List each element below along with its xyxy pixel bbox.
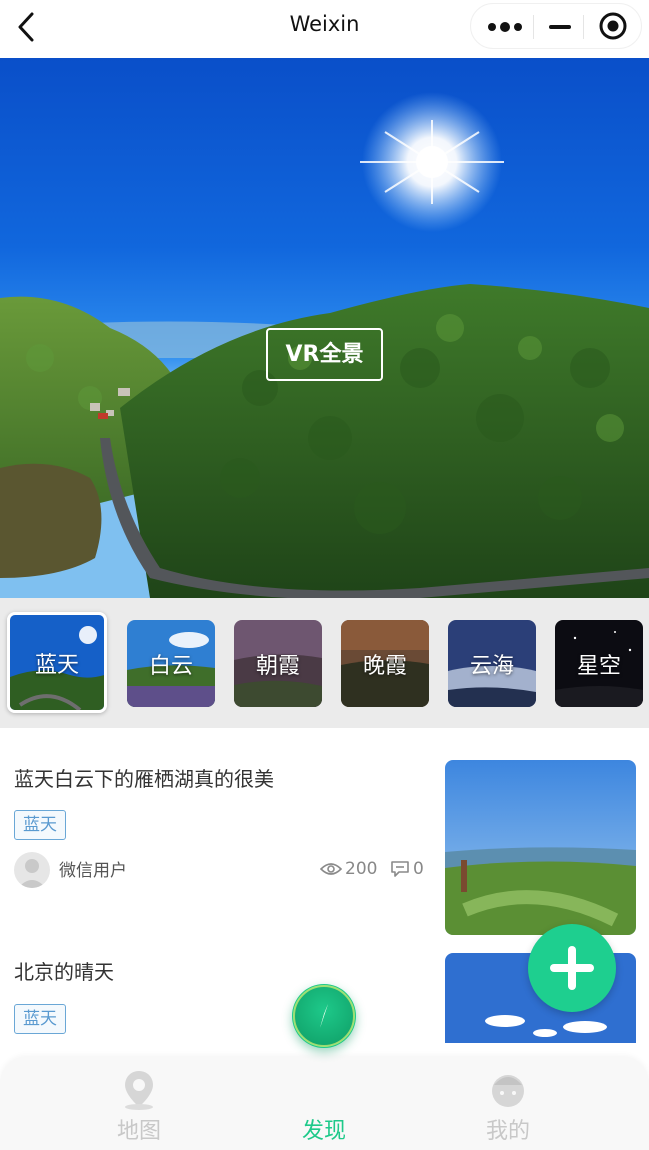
tab-label: 地图	[116, 1119, 161, 1144]
category-evening-glow[interactable]: 晚霞	[341, 620, 429, 707]
category-label: 白云	[148, 653, 193, 679]
category-starry-sky[interactable]: 星空	[555, 620, 643, 707]
compass-icon[interactable]	[292, 984, 356, 1048]
bottom-tab-bar: 地图 发现 我的	[0, 1057, 649, 1150]
category-label: 蓝天	[34, 652, 79, 678]
post-tag[interactable]: 蓝天	[14, 1004, 66, 1034]
post-thumbnail[interactable]	[445, 760, 636, 935]
capsule-divider	[583, 15, 584, 39]
post-author: 微信用户	[59, 861, 127, 881]
category-blue-sky[interactable]: 蓝天	[7, 612, 107, 713]
more-dots-icon[interactable]	[485, 16, 525, 38]
category-strip: 蓝天 白云 朝霞 晚霞 云海 星空	[0, 598, 649, 728]
minimize-icon[interactable]	[545, 16, 575, 38]
plus-icon	[550, 946, 594, 990]
category-cloud-sea[interactable]: 云海	[448, 620, 536, 707]
tab-mine[interactable]: 我的	[448, 1057, 568, 1150]
category-label: 星空	[576, 653, 621, 679]
comment-icon	[391, 861, 409, 877]
navigation-bar: Weixin	[0, 0, 649, 58]
tab-label: 发现	[301, 1119, 346, 1144]
post-tag[interactable]: 蓝天	[14, 810, 66, 840]
map-pin-icon	[125, 1071, 153, 1110]
target-circle-icon[interactable]	[597, 10, 629, 42]
view-count-value: 200	[345, 859, 378, 879]
post-title[interactable]: 蓝天白云下的雁栖湖真的很美	[14, 763, 274, 792]
category-label: 云海	[469, 653, 514, 679]
tab-discover[interactable]: 发现	[264, 1057, 384, 1150]
view-count: 200	[320, 859, 377, 879]
category-morning-glow[interactable]: 朝霞	[234, 620, 322, 707]
eye-icon	[320, 863, 342, 875]
capsule-menu	[470, 3, 642, 49]
avatar	[14, 852, 50, 888]
vr-panorama-badge[interactable]: VR全景	[266, 328, 383, 381]
add-post-button[interactable]	[528, 924, 616, 1012]
tab-label: 我的	[485, 1119, 530, 1144]
post-card[interactable]: 蓝天白云下的雁栖湖真的很美 蓝天 微信用户 200 0	[0, 728, 649, 938]
tab-map[interactable]: 地图	[79, 1057, 199, 1150]
post-title[interactable]: 北京的晴天	[14, 956, 114, 985]
capsule-divider	[533, 15, 534, 39]
category-label: 朝霞	[255, 653, 300, 679]
comment-count-value: 0	[413, 859, 424, 879]
vr-panorama-banner[interactable]: VR全景	[0, 58, 649, 598]
comment-count: 0	[390, 859, 424, 879]
category-white-cloud[interactable]: 白云	[127, 620, 215, 707]
category-label: 晚霞	[362, 653, 407, 679]
user-icon	[492, 1075, 524, 1107]
